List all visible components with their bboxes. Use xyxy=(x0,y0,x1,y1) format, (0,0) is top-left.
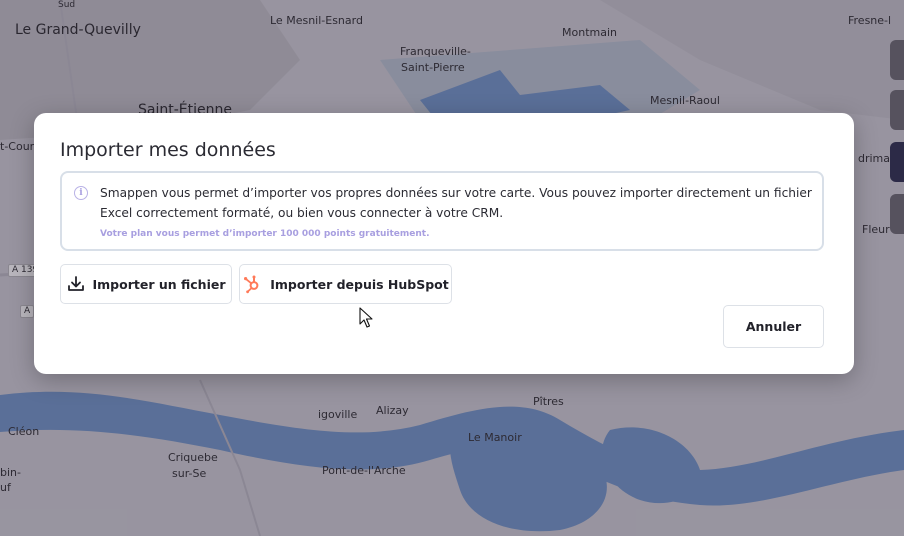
map-tool-button-active[interactable] xyxy=(890,142,904,182)
map-label-criquebeuf: Criquebe xyxy=(168,451,218,464)
mouse-pointer-icon xyxy=(359,307,373,328)
road-shield-a: A xyxy=(20,305,35,318)
map-label-saint-pierre: Saint-Pierre xyxy=(401,61,465,74)
map-label-le-manoir: Le Manoir xyxy=(468,431,522,444)
map-label-le-grand-quevilly: Le Grand-Quevilly xyxy=(15,22,141,38)
info-box: i Smappen vous permet d’importer vos pro… xyxy=(60,171,824,251)
map-label-bin: bin- xyxy=(0,466,21,479)
info-text: Smappen vous permet d’importer vos propr… xyxy=(100,186,812,220)
plan-limit-note: Votre plan vous permet d’importer 100 00… xyxy=(100,229,430,239)
import-hubspot-label: Importer depuis HubSpot xyxy=(270,276,449,292)
import-data-modal: Importer mes données i Smappen vous perm… xyxy=(34,113,854,374)
download-icon xyxy=(67,276,84,291)
map-label-sur-seine: sur-Se xyxy=(172,467,207,480)
map-label-pont-de-larche: Pont-de-l'Arche xyxy=(322,464,406,477)
info-icon: i xyxy=(74,186,88,200)
map-label-pitres: Pîtres xyxy=(533,395,564,408)
filter-tool-button[interactable] xyxy=(890,194,904,234)
map-label-st-cour: t-Cour xyxy=(0,140,35,153)
map-label-igoville: igoville xyxy=(318,408,358,421)
map-label-montmain: Montmain xyxy=(562,26,617,39)
import-file-button[interactable]: Importer un fichier xyxy=(60,264,232,304)
map-label-fleur: Fleur xyxy=(862,223,890,236)
map-label-franqueville: Franqueville- xyxy=(400,45,471,58)
map-label-cleon: Cléon xyxy=(8,425,40,438)
map-tool-button[interactable] xyxy=(890,90,904,130)
import-hubspot-button[interactable]: Importer depuis HubSpot xyxy=(239,264,452,304)
cancel-button[interactable]: Annuler xyxy=(723,305,824,348)
hubspot-icon xyxy=(244,275,259,294)
map-label-uf: uf xyxy=(0,481,11,494)
map-label-le-mesnil-esnard: Le Mesnil-Esnard xyxy=(270,14,363,27)
modal-title: Importer mes données xyxy=(60,139,276,161)
map-label-fresne: Fresne-l xyxy=(848,14,892,27)
map-label-sud: Sud xyxy=(58,0,76,10)
map-label-mesnil-raoul: Mesnil-Raoul xyxy=(650,94,720,107)
cancel-label: Annuler xyxy=(745,319,802,334)
map-tool-button[interactable] xyxy=(890,40,904,80)
map-label-drima: drima xyxy=(858,152,891,165)
map-label-alizay: Alizay xyxy=(376,404,409,417)
import-file-label: Importer un fichier xyxy=(92,276,226,292)
